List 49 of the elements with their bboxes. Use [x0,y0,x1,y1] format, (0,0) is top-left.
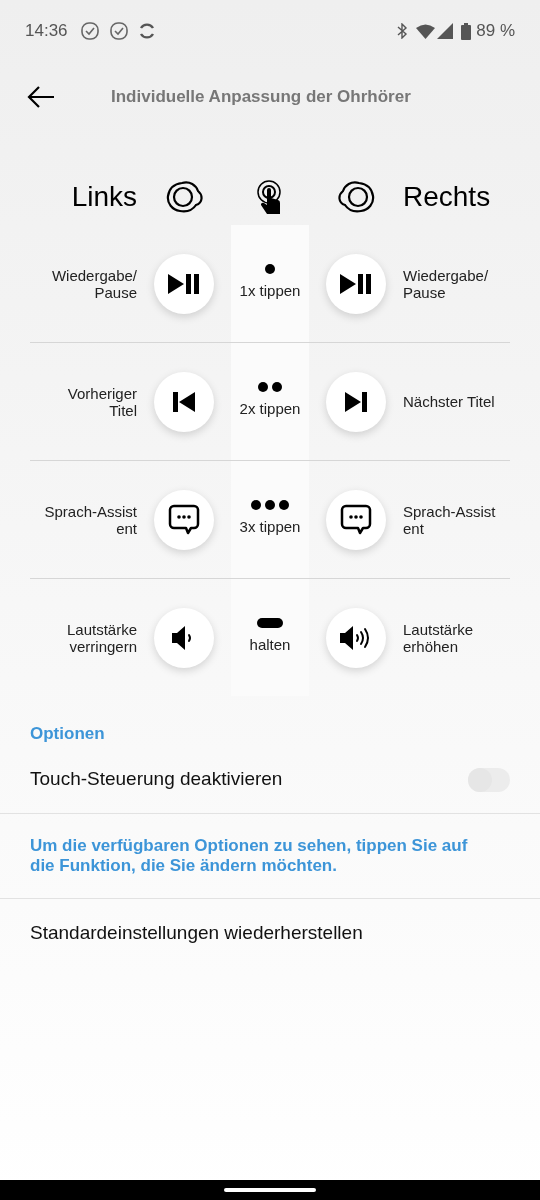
action-button[interactable] [154,607,214,668]
triple-dot-icon [251,500,289,511]
touch-finger-icon [256,180,284,214]
play-pause-icon [168,273,200,294]
gesture-label: 2x tippen [239,399,301,420]
action-label: Wiedergabe/ Pause [403,266,489,301]
section-heading: Optionen [29,723,106,745]
gesture-label: 1x tippen [239,281,301,302]
action-label: Nächster Titel [403,393,495,410]
action-button[interactable] [326,489,386,550]
action-label: Wiedergabe/ Pause [51,266,137,301]
dash-icon [257,618,283,629]
action-label: Sprach-Assist ent [44,502,137,537]
wifi-icon [416,23,436,39]
action-label: Lautstärke erhöhen [403,620,474,655]
side-heading: Rechts [403,180,492,214]
back-arrow-icon [27,85,55,109]
action-label: Vorheriger Titel [67,384,137,419]
action-button[interactable] [154,253,214,314]
toggle-label: Touch-Steuerung deaktivieren [30,767,283,792]
play-pause-icon [340,273,372,294]
gesture-label: halten [249,635,291,656]
hint-text: Um die verfügbaren Optionen zu sehen, tippen Sie auf die Funktion, die Sie ändern möchten. [29,834,469,877]
earbud-icon [165,181,203,213]
bluetooth-icon [396,23,409,39]
action-label: Sprach-Assist ent [403,502,496,537]
action-button[interactable] [154,371,214,432]
status-time: 14:36 [25,20,68,43]
check-badge-icon [108,21,129,41]
action-button[interactable] [326,607,386,668]
action-button[interactable] [326,371,386,432]
action-button[interactable] [154,489,214,550]
skip-back-icon [173,391,195,412]
speech-bubble-icon [340,503,372,536]
reset-button[interactable]: Standardeinstellungen wiederherstellen [0,898,540,969]
battery-icon [461,22,472,40]
action-button[interactable] [326,253,386,314]
speech-bubble-icon [168,503,200,536]
action-label: Lautstärke verringern [66,620,137,655]
signal-icon [437,23,454,39]
battery-percent: 89 % [476,20,515,43]
earbud-icon [337,181,375,213]
double-dot-icon [258,382,282,393]
side-heading: Links [70,180,137,214]
check-badge-icon [79,21,100,41]
skip-forward-icon [345,391,367,412]
sync-icon [137,22,156,40]
page-title: Individuelle Anpassung der Ohrhörer [111,86,411,109]
gesture-label: 3x tippen [239,517,301,538]
